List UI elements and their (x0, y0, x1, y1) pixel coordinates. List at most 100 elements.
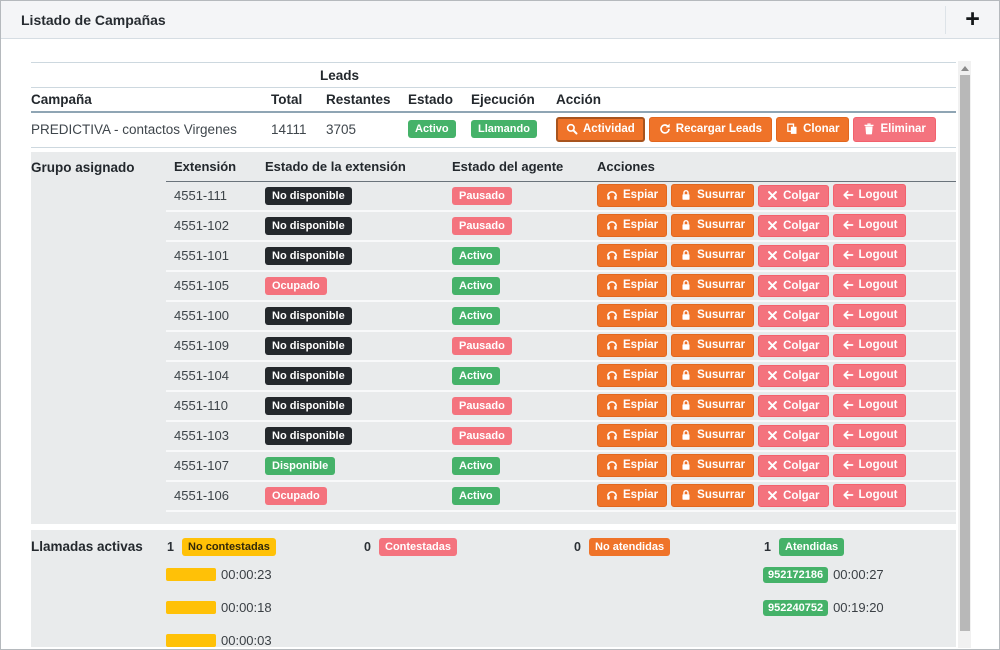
logout-button[interactable]: Logout (833, 484, 907, 507)
whisper-icon (680, 279, 692, 291)
espiar-button[interactable]: Espiar (597, 334, 667, 357)
extension-row: 4551-109No disponiblePausadoEspiarSusurr… (166, 332, 956, 362)
colgar-button[interactable]: Colgar (758, 215, 828, 238)
susurrar-button[interactable]: Susurrar (671, 334, 754, 357)
logout-button[interactable]: Logout (833, 334, 907, 357)
extension-number: 4551-103 (174, 428, 229, 443)
espiar-button-label: Espiar (623, 279, 658, 292)
espiar-button[interactable]: Espiar (597, 424, 667, 447)
extension-state-badge: No disponible (265, 397, 352, 415)
colgar-button[interactable]: Colgar (758, 245, 828, 268)
clonar-button[interactable]: Clonar (776, 117, 849, 142)
susurrar-button[interactable]: Susurrar (671, 214, 754, 237)
susurrar-button[interactable]: Susurrar (671, 394, 754, 417)
susurrar-button[interactable]: Susurrar (671, 304, 754, 327)
arrow-left-icon (842, 279, 854, 291)
susurrar-button[interactable]: Susurrar (671, 244, 754, 267)
logout-button[interactable]: Logout (833, 364, 907, 387)
extension-number: 4551-106 (174, 488, 229, 503)
x-icon (767, 250, 778, 261)
espiar-button[interactable]: Espiar (597, 394, 667, 417)
x-icon (767, 400, 778, 411)
x-icon (767, 340, 778, 351)
extension-number: 4551-110 (174, 398, 228, 413)
logout-button[interactable]: Logout (833, 274, 907, 297)
logout-button[interactable]: Logout (833, 244, 907, 267)
campaign-list-window: Listado de Campañas + Leads Campaña Tota… (0, 0, 1000, 650)
espiar-button[interactable]: Espiar (597, 244, 667, 267)
extension-actions: Espiar SusurrarColgarLogout (589, 274, 956, 297)
actividad-button[interactable]: Actividad (556, 117, 645, 142)
colgar-button[interactable]: Colgar (758, 485, 828, 508)
extension-actions: EspiarSusurrarColgar Logout (589, 184, 956, 207)
refresh-icon (659, 123, 671, 135)
scroll-up-button[interactable] (958, 61, 971, 75)
column-header-ext-state: Estado de la extensión (257, 159, 444, 174)
leads-group-header: Leads (271, 63, 408, 88)
extension-state-badge: Disponible (265, 457, 335, 475)
susurrar-button[interactable]: Susurrar (671, 184, 754, 207)
extension-row: 4551-107DisponibleActivoEspiarSusurrarCo… (166, 452, 956, 482)
colgar-button[interactable]: Colgar (758, 395, 828, 418)
unanswered-count: 1 (166, 540, 174, 554)
agent-state-badge: Activo (452, 277, 500, 295)
x-icon (767, 310, 778, 321)
logout-button[interactable]: Logout (833, 214, 907, 237)
extension-actions: Espiar SusurrarColgar Logout (589, 304, 956, 327)
extension-state-badge: No disponible (265, 247, 352, 265)
colgar-button[interactable]: Colgar (758, 425, 828, 448)
x-icon (767, 460, 778, 471)
recargar-leads-button[interactable]: Recargar Leads (649, 117, 772, 142)
agent-state-badge: Activo (452, 307, 500, 325)
scrollbar-thumb[interactable] (960, 75, 970, 631)
agent-state-badge: Pausado (452, 427, 512, 445)
espiar-button-label: Espiar (623, 309, 658, 322)
unanswered-column: 1 No contestadas 00:00:2300:00:1800:00:0… (166, 538, 363, 647)
espiar-button[interactable]: Espiar (597, 184, 667, 207)
susurrar-button-label: Susurrar (697, 369, 745, 382)
susurrar-button[interactable]: Susurrar (671, 274, 754, 297)
agent-state-badge: Activo (452, 487, 500, 505)
espiar-button[interactable]: Espiar (597, 454, 667, 477)
colgar-button[interactable]: Colgar (758, 455, 828, 478)
attended-call-entry: 95224075200:19:20 (763, 601, 956, 615)
agent-state-badge: Activo (452, 457, 500, 475)
colgar-button[interactable]: Colgar (758, 335, 828, 358)
colgar-button[interactable]: Colgar (758, 365, 828, 388)
arrow-left-icon (842, 249, 854, 261)
logout-button-label: Logout (859, 189, 898, 202)
susurrar-button[interactable]: Susurrar (671, 484, 754, 507)
logout-button[interactable]: Logout (833, 184, 907, 207)
espiar-button[interactable]: Espiar (597, 214, 667, 237)
logout-button[interactable]: Logout (833, 394, 907, 417)
espiar-button[interactable]: Espiar (597, 484, 667, 507)
logout-button-label: Logout (859, 309, 898, 322)
logout-button[interactable]: Logout (833, 304, 907, 327)
extension-row: 4551-110No disponiblePausadoEspiarSusurr… (166, 392, 956, 422)
colgar-button[interactable]: Colgar (758, 185, 828, 208)
assigned-group-section: Grupo asignado Extensión Estado de la ex… (31, 152, 956, 524)
susurrar-button[interactable]: Susurrar (671, 454, 754, 477)
add-campaign-button[interactable]: + (945, 6, 999, 34)
redacted-number-bar (166, 634, 216, 647)
espiar-button[interactable]: Espiar (597, 304, 667, 327)
logout-button-label: Logout (859, 429, 898, 442)
headphones-icon (606, 339, 618, 351)
extension-number: 4551-109 (174, 338, 229, 353)
logout-button[interactable]: Logout (833, 424, 907, 447)
x-icon (767, 430, 778, 441)
espiar-button[interactable]: Espiar (597, 274, 667, 297)
campaign-execution-badge: Llamando (471, 120, 537, 138)
active-calls-section: Llamadas activas 1 No contestadas 00:00:… (31, 530, 956, 647)
susurrar-button[interactable]: Susurrar (671, 364, 754, 387)
eliminar-button[interactable]: Eliminar (853, 117, 935, 142)
column-header-accion: Acción (556, 88, 956, 112)
logout-button-label: Logout (859, 399, 898, 412)
logout-button[interactable]: Logout (833, 454, 907, 477)
espiar-button[interactable]: Espiar (597, 364, 667, 387)
colgar-button[interactable]: Colgar (758, 275, 828, 298)
colgar-button[interactable]: Colgar (758, 305, 828, 328)
susurrar-button[interactable]: Susurrar (671, 424, 754, 447)
clonar-button-label: Clonar (803, 123, 839, 136)
vertical-scrollbar[interactable] (958, 61, 971, 648)
